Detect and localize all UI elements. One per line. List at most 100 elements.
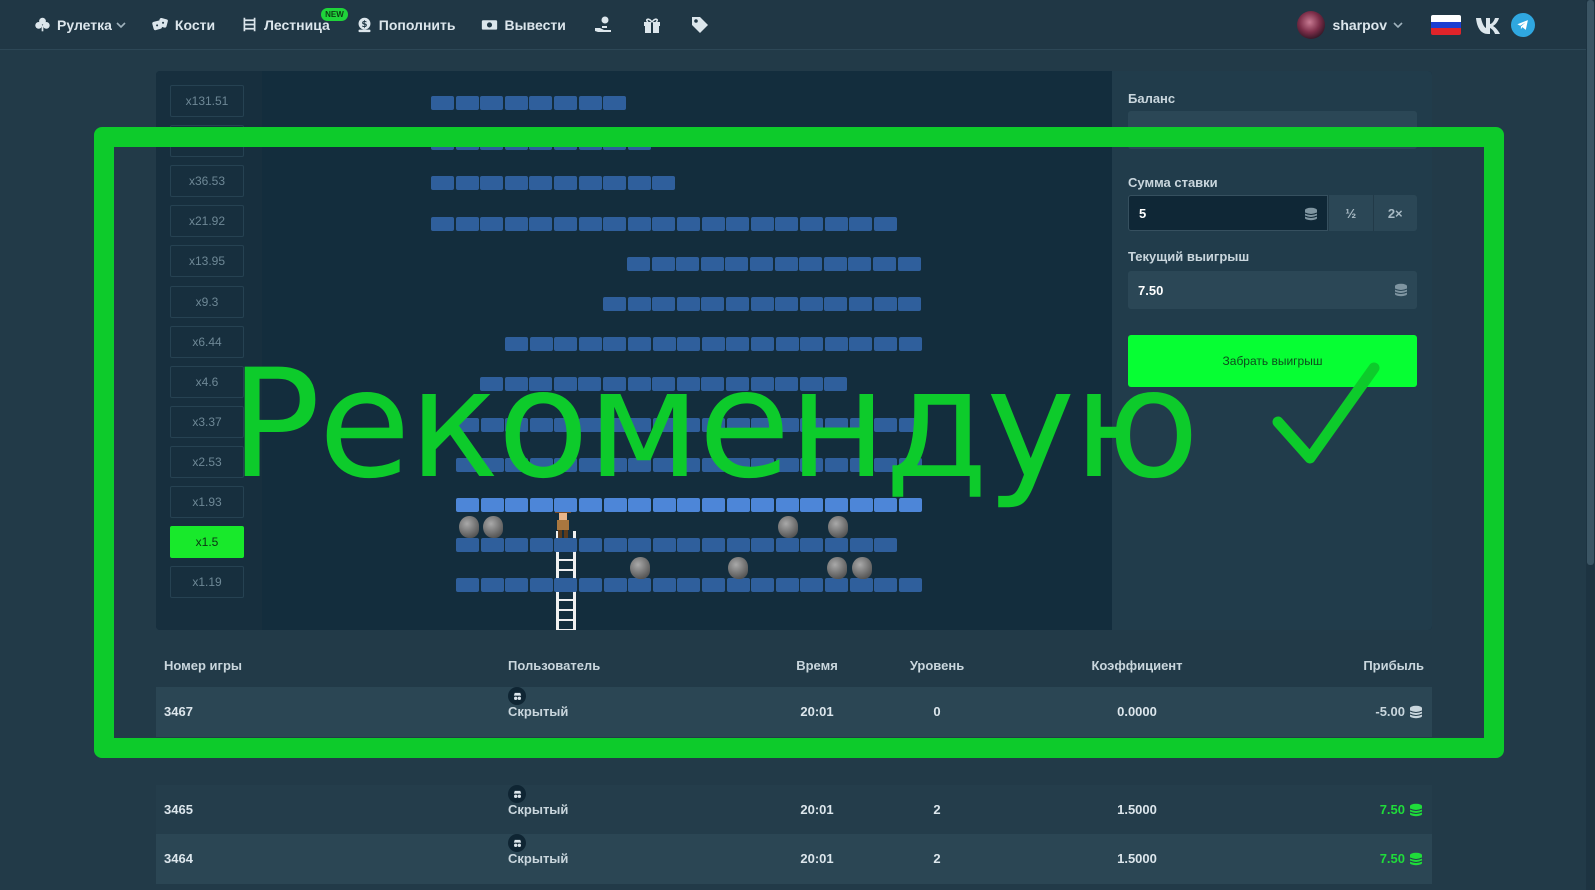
brick-tile[interactable] [480,136,504,151]
brick-tile[interactable] [603,96,627,110]
brick-tile[interactable] [898,337,922,352]
brick-tile[interactable] [726,578,750,593]
brick-tile[interactable] [897,256,921,271]
russia-flag-icon[interactable] [1431,15,1461,35]
brick-tile[interactable] [652,578,676,593]
nav-deposit[interactable]: $ Пополнить [356,0,455,50]
brick-tile[interactable] [456,498,479,512]
brick-tile[interactable] [480,578,504,593]
brick-tile[interactable] [603,297,626,311]
brick-tile[interactable] [554,457,578,472]
brick-tile[interactable] [554,538,578,553]
brick-tile[interactable] [874,538,898,553]
nav-ladder[interactable]: Лестница NEW [241,0,348,50]
brick-tile[interactable] [874,578,898,593]
brick-tile[interactable] [628,337,651,352]
brick-tile[interactable] [480,96,504,110]
brick-tile[interactable] [824,216,848,231]
brick-tile[interactable] [677,578,701,593]
brick-tile[interactable] [799,377,823,392]
brick-tile[interactable] [677,216,700,231]
brick-tile[interactable] [652,297,676,311]
gift-button[interactable] [642,0,662,50]
brick-tile[interactable] [726,297,749,311]
brick-tile[interactable] [726,538,750,553]
brick-tile[interactable] [677,538,701,553]
brick-tile[interactable] [676,256,700,271]
brick-tile[interactable] [775,297,799,311]
brick-tile[interactable] [874,457,898,472]
brick-tile[interactable] [751,337,774,352]
brick-tile[interactable] [529,216,553,231]
brick-tile[interactable] [603,136,627,151]
brick-tile[interactable] [431,96,454,110]
half-bet-button[interactable]: ½ [1328,195,1373,231]
brick-tile[interactable] [751,457,775,472]
brick-tile[interactable] [652,498,676,512]
brick-tile[interactable] [529,498,553,512]
brick-tile[interactable] [579,498,602,512]
promo-button[interactable] [690,0,710,50]
hand-coin-button[interactable] [594,0,614,50]
brick-tile[interactable] [701,297,725,311]
brick-tile[interactable] [529,136,553,151]
brick-tile[interactable] [751,417,775,432]
brick-tile[interactable] [529,457,553,472]
brick-tile[interactable] [874,417,898,432]
brick-tile[interactable] [700,256,724,271]
brick-tile[interactable] [480,417,504,432]
brick-tile[interactable] [726,216,750,231]
username[interactable]: sharpov [1333,17,1387,33]
brick-tile[interactable] [726,337,750,352]
brick-tile[interactable] [480,538,504,553]
brick-tile[interactable] [702,578,725,593]
nav-roulette[interactable]: Рулетка [34,0,126,50]
brick-tile[interactable] [480,498,504,512]
brick-tile[interactable] [676,377,700,392]
brick-tile[interactable] [505,457,529,472]
brick-tile[interactable] [505,538,529,553]
brick-tile[interactable] [775,457,799,472]
brick-tile[interactable] [800,457,824,472]
brick-tile[interactable] [677,417,701,432]
brick-tile[interactable] [775,337,799,352]
brick-tile[interactable] [651,256,675,271]
brick-tile[interactable] [578,337,602,352]
brick-tile[interactable] [726,377,749,392]
page-scrollbar[interactable] [1586,0,1595,890]
brick-tile[interactable] [603,337,627,352]
brick-tile[interactable] [775,377,799,392]
brick-tile[interactable] [849,538,873,553]
brick-tile[interactable] [652,216,676,231]
brick-tile[interactable] [578,136,602,151]
brick-tile[interactable] [848,256,872,271]
brick-tile[interactable] [751,498,775,512]
brick-tile[interactable] [702,457,725,472]
brick-tile[interactable] [505,417,529,432]
brick-tile[interactable] [825,417,848,432]
brick-tile[interactable] [824,337,848,352]
brick-tile[interactable] [849,457,873,472]
brick-tile[interactable] [504,216,528,231]
scrollbar-thumb[interactable] [1587,0,1594,565]
brick-tile[interactable] [725,256,749,271]
chevron-down-icon[interactable] [1393,20,1403,30]
brick-tile[interactable] [603,578,627,593]
cashout-button[interactable]: Забрать выигрыш [1128,335,1417,387]
brick-tile[interactable] [652,377,676,392]
brick-tile[interactable] [702,538,725,553]
brick-tile[interactable] [554,498,578,512]
brick-tile[interactable] [627,297,651,311]
brick-tile[interactable] [702,498,725,512]
brick-tile[interactable] [578,216,602,231]
brick-tile[interactable] [505,578,529,593]
brick-tile[interactable] [554,96,577,110]
brick-tile[interactable] [751,538,775,553]
brick-tile[interactable] [677,498,701,512]
brick-tile[interactable] [750,377,774,392]
brick-tile[interactable] [874,337,897,352]
brick-tile[interactable] [775,578,799,593]
brick-tile[interactable] [774,256,798,271]
brick-tile[interactable] [456,417,479,432]
brick-tile[interactable] [529,538,553,553]
